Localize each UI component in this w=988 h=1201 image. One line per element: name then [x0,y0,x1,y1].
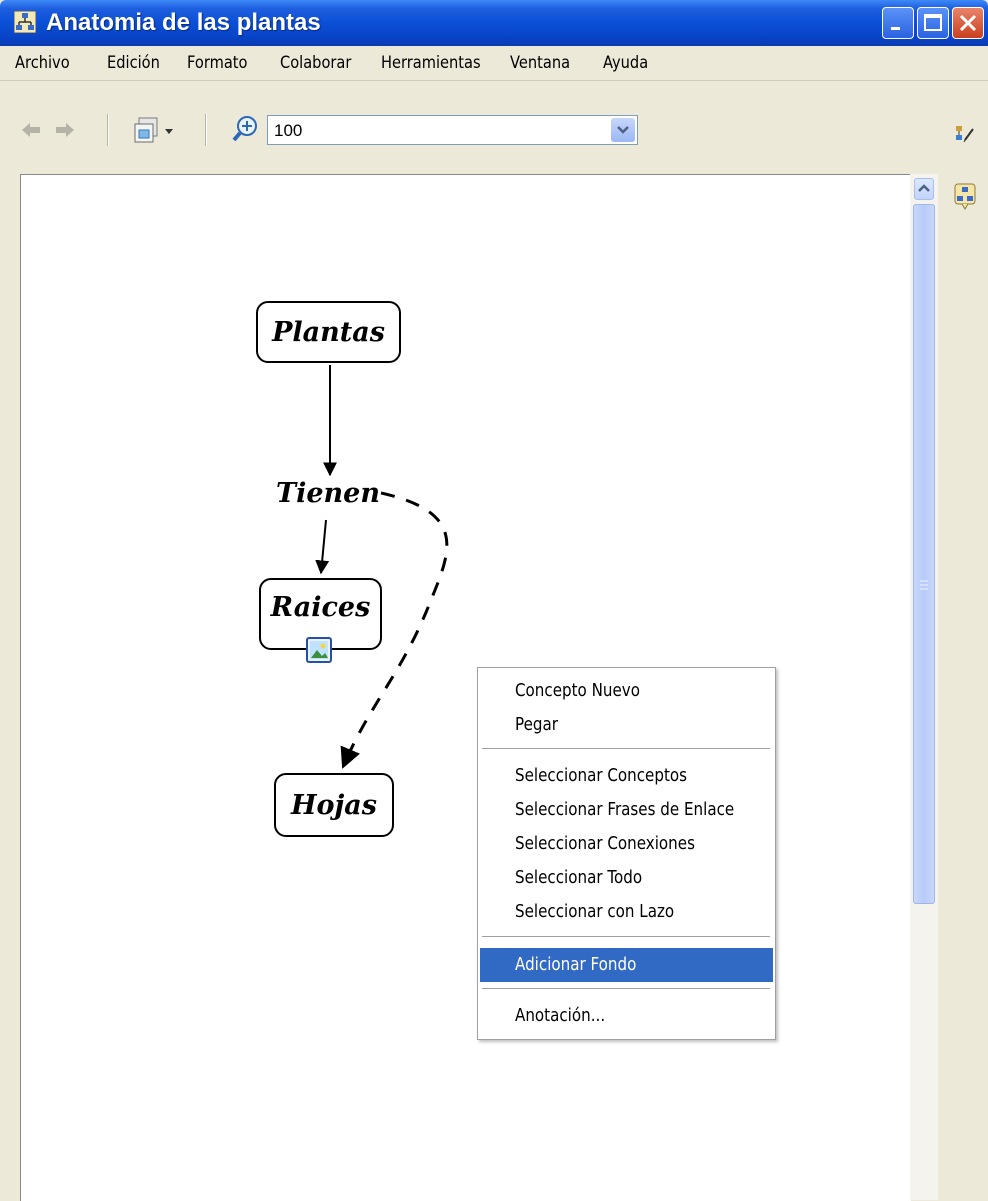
minimize-icon [891,27,900,30]
concept-label: Hojas [291,789,377,821]
menu-formato[interactable]: Formato [187,53,247,73]
scroll-thumb[interactable] [913,204,935,904]
grip-icon [920,580,928,590]
back-arrow-icon[interactable] [20,121,42,139]
menu-item-pegar[interactable]: Pegar [480,708,773,742]
menu-item-seleccionar-conexiones[interactable]: Seleccionar Conexiones [480,827,773,861]
chevron-up-icon [918,184,930,192]
app-icon [14,11,36,33]
menu-item-label: Seleccionar Conexiones [515,833,695,854]
menu-item-label: Pegar [515,714,558,735]
image-resource-icon[interactable] [306,637,332,663]
toolbar-separator [205,114,207,146]
zoom-value: 100 [274,121,303,140]
menu-item-label: Adicionar Fondo [515,954,637,975]
menu-separator [482,936,770,938]
menu-item-label: Seleccionar con Lazo [515,901,675,922]
picture-icon [310,641,328,659]
menu-colaborar[interactable]: Colaborar [280,53,351,73]
minimize-button[interactable] [882,7,914,39]
concept-label: Raices [270,591,371,623]
linking-phrase-tienen[interactable]: Tienen [276,478,380,509]
menu-item-seleccionar-conceptos[interactable]: Seleccionar Conceptos [480,759,773,793]
map-canvas[interactable]: Plantas Tienen Raices Hojas [20,174,911,1201]
map-connections [315,365,449,769]
close-button[interactable] [952,7,984,39]
menu-item-adicionar-fondo[interactable]: Adicionar Fondo [480,948,773,982]
menu-item-seleccionar-todo[interactable]: Seleccionar Todo [480,861,773,895]
menu-item-concepto-nuevo[interactable]: Concepto Nuevo [480,674,773,708]
forward-arrow-icon[interactable] [54,121,76,139]
view-icon[interactable] [133,116,177,146]
toolbar: 100 [0,81,988,173]
toolbar-separator [107,114,109,146]
maximize-button[interactable] [917,7,949,39]
menu-item-seleccionar-lazo[interactable]: Seleccionar con Lazo [480,895,773,929]
menu-item-label: Anotación... [515,1005,606,1026]
zoom-dropdown-button[interactable] [611,118,635,142]
menu-bar: Archivo Edición Formato Colaborar Herram… [0,46,988,81]
menu-archivo[interactable]: Archivo [15,53,70,73]
window-title: Anatomia de las plantas [46,9,321,36]
menu-edicion[interactable]: Edición [107,53,160,73]
edit-icon[interactable] [954,123,976,145]
chevron-down-icon [617,126,629,134]
menu-item-label: Seleccionar Frases de Enlace [515,799,735,820]
right-panel [938,174,988,1200]
concept-label: Plantas [272,316,385,348]
concept-plantas[interactable]: Plantas [256,301,401,363]
menu-herramientas[interactable]: Herramientas [381,53,481,73]
menu-item-label: Seleccionar Todo [515,867,643,888]
maximize-icon [924,14,942,31]
zoom-icon[interactable] [232,114,262,144]
menu-item-seleccionar-frases[interactable]: Seleccionar Frases de Enlace [480,793,773,827]
scroll-up-button[interactable] [914,178,934,200]
menu-separator [482,988,770,990]
title-bar[interactable]: Anatomia de las plantas [0,0,988,46]
zoom-combo[interactable]: 100 [267,115,638,145]
close-icon [959,14,977,32]
map-icon[interactable] [954,182,976,210]
concept-hojas[interactable]: Hojas [274,773,394,837]
menu-item-label: Concepto Nuevo [515,680,640,701]
menu-item-label: Seleccionar Conceptos [515,765,688,786]
vertical-scrollbar[interactable] [910,174,938,1200]
menu-separator [482,748,770,750]
menu-ventana[interactable]: Ventana [510,53,570,73]
context-menu: Concepto Nuevo Pegar Seleccionar Concept… [477,667,776,1040]
menu-item-anotacion[interactable]: Anotación... [480,999,773,1033]
connection-tienen-raices[interactable] [315,519,330,575]
menu-ayuda[interactable]: Ayuda [603,53,648,73]
